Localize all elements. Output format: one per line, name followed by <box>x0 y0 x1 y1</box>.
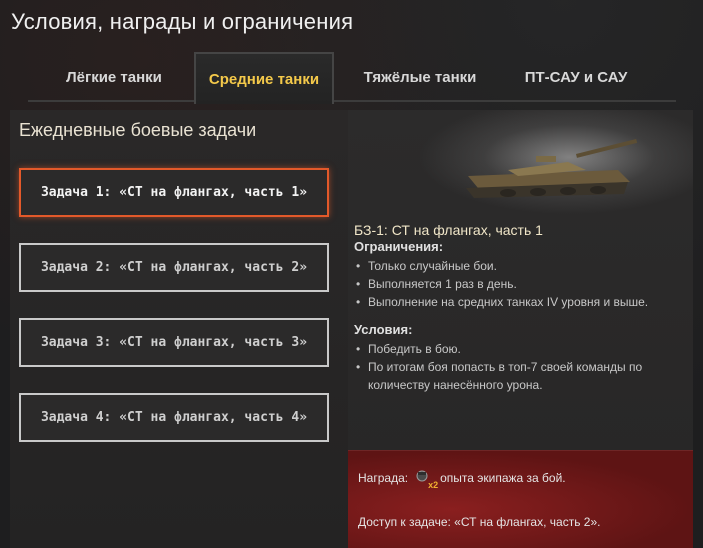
restrictions-heading: Ограничения: <box>354 239 444 254</box>
restrictions-list: Только случайные бои. Выполняется 1 раз … <box>354 257 674 311</box>
reward-line: Награда: x2 опыта экипажа за бой. <box>358 469 566 490</box>
tab-td-spg[interactable]: ПТ-САУ и САУ <box>502 52 650 102</box>
conditions-heading: Условия: <box>354 322 413 337</box>
restriction-item: Только случайные бои. <box>354 257 674 275</box>
window-title: Условия, награды и ограничения <box>11 9 354 34</box>
restriction-item: Выполнение на средних танках IV уровня и… <box>354 293 674 311</box>
tab-light-tanks[interactable]: Лёгкие танки <box>42 52 186 102</box>
tank-image <box>418 110 693 215</box>
condition-item: По итогам боя попасть в топ-7 своей кома… <box>354 358 674 394</box>
access-text: Доступ к задаче: «СТ на флангах, часть 2… <box>358 515 601 529</box>
reward-multiplier: x2 <box>428 480 439 490</box>
tab-bar: Лёгкие танки Средние танки Тяжёлые танки… <box>28 52 676 104</box>
task-button-3[interactable]: Задача 3: «СТ на флангах, часть 3» <box>19 318 329 367</box>
conditions-list: Победить в бою. По итогам боя попасть в … <box>354 340 674 394</box>
task-list-panel: Ежедневные боевые задачи Задача 1: «СТ н… <box>10 110 348 548</box>
quest-title: БЗ-1: СТ на флангах, часть 1 <box>354 222 543 238</box>
reward-text: опыта экипажа за бой. <box>440 471 566 485</box>
section-title: Ежедневные боевые задачи <box>19 120 257 140</box>
task-details-panel: БЗ-1: СТ на флангах, часть 1 Ограничения… <box>348 110 693 548</box>
crew-icon: x2 <box>414 469 438 490</box>
task-button-4[interactable]: Задача 4: «СТ на флангах, часть 4» <box>19 393 329 442</box>
task-button-1[interactable]: Задача 1: «СТ на флангах, часть 1» <box>19 168 329 217</box>
tab-heavy-tanks[interactable]: Тяжёлые танки <box>346 52 494 102</box>
condition-item: Победить в бою. <box>354 340 674 358</box>
tab-medium-tanks[interactable]: Средние танки <box>194 52 334 104</box>
task-button-2[interactable]: Задача 2: «СТ на флангах, часть 2» <box>19 243 329 292</box>
reward-box: Награда: x2 опыта экипажа за бой. Доступ… <box>348 450 693 548</box>
restriction-item: Выполняется 1 раз в день. <box>354 275 674 293</box>
reward-label: Награда: <box>358 471 409 485</box>
